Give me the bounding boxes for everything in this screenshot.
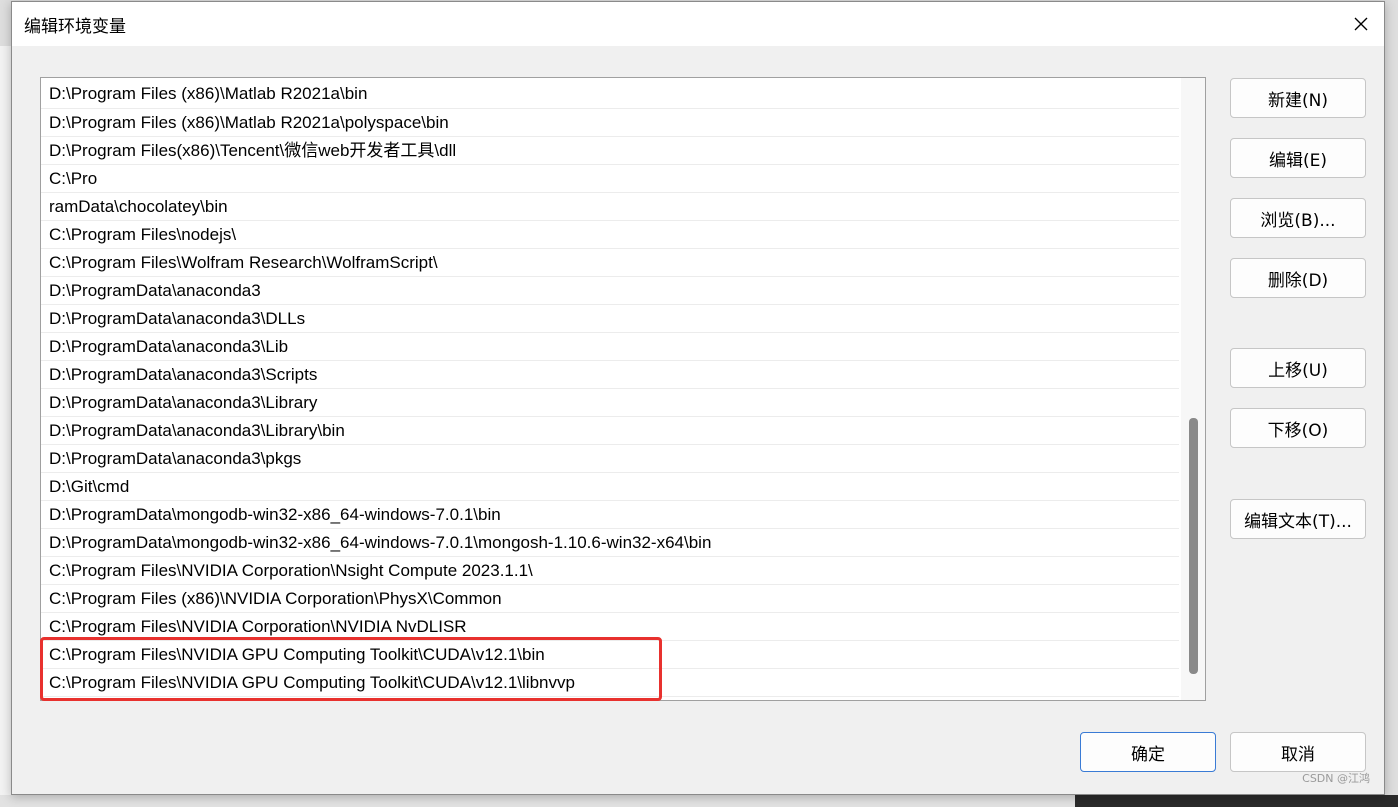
path-list[interactable]: D:\Program Files (x86)\Matlab R2021a\bin… bbox=[40, 77, 1206, 701]
path-list-item[interactable]: C:\Program Files\NVIDIA GPU Computing To… bbox=[41, 641, 1179, 669]
path-list-item[interactable]: ramData\chocolatey\bin bbox=[41, 193, 1179, 221]
move-up-button[interactable]: 上移(U) bbox=[1230, 348, 1366, 388]
browse-button[interactable]: 浏览(B)... bbox=[1230, 198, 1366, 238]
path-list-item[interactable]: C:\Pro bbox=[41, 165, 1179, 193]
path-list-item[interactable]: D:\ProgramData\anaconda3\Lib bbox=[41, 333, 1179, 361]
path-list-item[interactable]: C:\Program Files\NVIDIA Corporation\NVID… bbox=[41, 613, 1179, 641]
path-list-item[interactable]: D:\ProgramData\mongodb-win32-x86_64-wind… bbox=[41, 501, 1179, 529]
path-list-item[interactable]: D:\ProgramData\anaconda3\Library\bin bbox=[41, 417, 1179, 445]
path-list-item[interactable]: C:\Program Files (x86)\NVIDIA Corporatio… bbox=[41, 585, 1179, 613]
dialog-title: 编辑环境变量 bbox=[24, 17, 126, 37]
path-list-item[interactable]: D:\Git\cmd bbox=[41, 473, 1179, 501]
background-taskbar-fragment bbox=[1075, 795, 1398, 807]
path-list-item[interactable]: C:\Program Files\Wolfram Research\Wolfra… bbox=[41, 249, 1179, 277]
edit-button[interactable]: 编辑(E) bbox=[1230, 138, 1366, 178]
path-list-item[interactable]: D:\ProgramData\anaconda3 bbox=[41, 277, 1179, 305]
close-icon bbox=[1354, 17, 1368, 31]
vertical-scrollbar[interactable] bbox=[1181, 78, 1205, 700]
path-list-item[interactable]: D:\Program Files (x86)\Matlab R2021a\bin bbox=[41, 78, 1179, 109]
move-down-button[interactable]: 下移(O) bbox=[1230, 408, 1366, 448]
path-list-item[interactable]: C:\Program Files\nodejs\ bbox=[41, 221, 1179, 249]
path-list-item[interactable]: D:\ProgramData\anaconda3\pkgs bbox=[41, 445, 1179, 473]
path-list-item[interactable]: C:\Program Files\NVIDIA GPU Computing To… bbox=[41, 669, 1179, 697]
path-list-rows: D:\Program Files (x86)\Matlab R2021a\bin… bbox=[41, 78, 1179, 697]
scrollbar-thumb[interactable] bbox=[1189, 418, 1198, 674]
path-list-item[interactable]: D:\ProgramData\anaconda3\DLLs bbox=[41, 305, 1179, 333]
cancel-button[interactable]: 取消 bbox=[1230, 732, 1366, 772]
ok-button[interactable]: 确定 bbox=[1080, 732, 1216, 772]
edit-env-variable-dialog: 编辑环境变量 D:\Program Files (x86)\Matlab R20… bbox=[11, 1, 1385, 795]
delete-button[interactable]: 删除(D) bbox=[1230, 258, 1366, 298]
path-list-item[interactable]: D:\ProgramData\anaconda3\Scripts bbox=[41, 361, 1179, 389]
path-list-item[interactable]: D:\ProgramData\mongodb-win32-x86_64-wind… bbox=[41, 529, 1179, 557]
edit-text-button[interactable]: 编辑文本(T)... bbox=[1230, 499, 1366, 539]
close-button[interactable] bbox=[1338, 2, 1384, 46]
new-button[interactable]: 新建(N) bbox=[1230, 78, 1366, 118]
title-bar: 编辑环境变量 bbox=[12, 2, 1384, 46]
path-list-item[interactable]: C:\Program Files\NVIDIA Corporation\Nsig… bbox=[41, 557, 1179, 585]
path-list-item[interactable]: D:\ProgramData\anaconda3\Library bbox=[41, 389, 1179, 417]
path-list-item[interactable]: D:\Program Files(x86)\Tencent\微信web开发者工具… bbox=[41, 137, 1179, 165]
watermark: CSDN @江鸿 bbox=[1302, 772, 1370, 785]
path-list-item[interactable]: D:\Program Files (x86)\Matlab R2021a\pol… bbox=[41, 109, 1179, 137]
